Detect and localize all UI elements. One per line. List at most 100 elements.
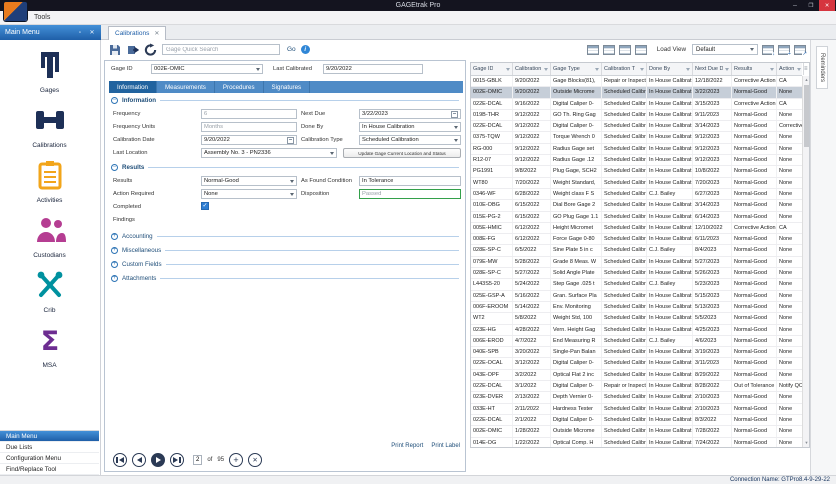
- table-row[interactable]: WT2 5/8/2022 Weight Std, 100 Scheduled Cali…: [471, 313, 804, 325]
- print-label-link[interactable]: Print Label: [431, 443, 460, 449]
- section-attachments[interactable]: + Attachments: [111, 271, 459, 285]
- table-row[interactable]: 014E-OG 1/22/2022 Optical Comp. H Scheduled…: [471, 437, 804, 447]
- filter-icon[interactable]: [797, 67, 801, 71]
- previous-record-button[interactable]: [132, 453, 146, 467]
- refresh-icon[interactable]: [144, 43, 157, 56]
- grid-column-header[interactable]: Calibration D: [513, 63, 551, 75]
- table-row[interactable]: 022E-DCAL 9/16/2022 Digital Caliper 0- Sche…: [471, 98, 804, 110]
- action-required-field[interactable]: None: [201, 189, 297, 199]
- grid-column-header[interactable]: Results: [732, 63, 777, 75]
- save-view-icon[interactable]: ↓: [762, 44, 775, 57]
- update-location-button[interactable]: Update Gage Current Location and Status: [343, 148, 461, 158]
- table-row[interactable]: 028E-SP-C 5/27/2022 Solid Angle Plate Sched…: [471, 268, 804, 280]
- tab-procedures[interactable]: Procedures: [215, 81, 264, 93]
- disposition-field[interactable]: Passed: [359, 189, 461, 199]
- pin-icon[interactable]: ▫: [76, 29, 84, 37]
- table-row[interactable]: 005E-HMIC 6/12/2022 Height Micromet Schedul…: [471, 222, 804, 235]
- next-record-button[interactable]: [151, 453, 165, 467]
- frequency-units-field[interactable]: Months: [201, 122, 297, 132]
- close-button[interactable]: ✕: [819, 0, 835, 11]
- sidebar-item-due-lists[interactable]: Due Lists: [0, 442, 99, 453]
- last-location-field[interactable]: Assembly No. 3 - PN2336: [201, 148, 337, 158]
- table-row[interactable]: 079E-MW 5/28/2022 Grade 8 Meas. W Scheduled…: [471, 256, 804, 269]
- tab-calibrations[interactable]: Calibrations ✕: [108, 26, 167, 40]
- close-panel-icon[interactable]: ✕: [88, 29, 96, 37]
- expand-icon[interactable]: +: [111, 274, 118, 282]
- table-row[interactable]: 043E-OPF 3/2/2022 Optical Flat 2 inc Schedu…: [471, 369, 804, 382]
- table-row[interactable]: 022E-DCAL 2/1/2022 Digital Caliper 0- Sched…: [471, 414, 804, 427]
- first-record-button[interactable]: [113, 453, 127, 467]
- reminders-tab[interactable]: Reminders: [816, 46, 828, 90]
- sidebar-item-calibrations[interactable]: Calibrations: [0, 99, 99, 154]
- calendar-icon[interactable]: [287, 136, 294, 144]
- sidebar-item-main-menu[interactable]: Main Menu: [0, 431, 99, 442]
- table-row[interactable]: 010E-OBG 6/15/2022 Dial Bore Gage 2 Schedul…: [471, 200, 804, 212]
- as-found-field[interactable]: In Tolerance: [359, 176, 461, 186]
- grid-view-icon[interactable]: [586, 44, 599, 55]
- grid-column-header[interactable]: Gage ID: [471, 63, 513, 75]
- add-record-button[interactable]: +: [229, 453, 244, 467]
- sidebar-item-msa[interactable]: Σ MSA: [0, 319, 99, 374]
- section-accounting[interactable]: + Accounting: [111, 229, 459, 243]
- scroll-up-icon[interactable]: ▲: [803, 76, 809, 84]
- calibration-type-field[interactable]: Scheduled Calibration: [359, 135, 461, 145]
- current-record[interactable]: 2: [193, 455, 203, 465]
- table-row[interactable]: RG-000 9/12/2022 Radius Gage set Scheduled …: [471, 143, 804, 156]
- information-section-header[interactable]: − Information: [111, 97, 459, 104]
- grid-column-header[interactable]: Action Requ: [777, 63, 804, 75]
- filter-icon[interactable]: [506, 67, 510, 71]
- cancel-record-button[interactable]: ✕: [248, 453, 263, 467]
- table-row[interactable]: L443S5-20 5/24/2022 Step Gage .025 t Schedu…: [471, 279, 804, 291]
- filter-icon[interactable]: [770, 67, 774, 71]
- table-row[interactable]: 023E-HG 4/28/2022 Vern. Height Gag Schedule…: [471, 324, 804, 336]
- table-row[interactable]: 022E-OCAL 3/12/2022 Digital Caliper 0- Sche…: [471, 358, 804, 370]
- done-by-field[interactable]: In House Calibration: [359, 122, 461, 132]
- sidebar-item-find-replace-tool[interactable]: Find/Replace Tool: [0, 464, 99, 475]
- calendar-icon[interactable]: [451, 110, 458, 118]
- scroll-down-icon[interactable]: ▼: [803, 439, 809, 447]
- filter-icon[interactable]: [595, 67, 599, 71]
- table-row[interactable]: 025E-GSP-A 5/16/2022 Gran. Surface Pla Sche…: [471, 290, 804, 302]
- gage-id-field[interactable]: 002E-OMIC: [151, 64, 263, 74]
- scrollbar-thumb[interactable]: [804, 85, 809, 147]
- grid-column-header[interactable]: Calibration T: [602, 63, 647, 75]
- app-logo-icon[interactable]: [4, 2, 27, 21]
- table-row[interactable]: 006F-EROOM 5/14/2022 Env. Monitoring Schedu…: [471, 301, 804, 314]
- grid-column-header[interactable]: Done By: [647, 63, 693, 75]
- minimize-button[interactable]: ─: [787, 0, 803, 11]
- grid-column-header[interactable]: Gage Type: [551, 63, 602, 75]
- table-row[interactable]: 040E-SPB 3/20/2022 Single-Pan Balan Schedul…: [471, 347, 804, 359]
- results-section-header[interactable]: − Results: [111, 164, 459, 171]
- tab-signatures[interactable]: Signatures: [264, 81, 311, 93]
- filter-icon[interactable]: [640, 67, 644, 71]
- table-row[interactable]: WT80 7/20/2022 Weight Standard, Scheduled C…: [471, 177, 804, 189]
- close-tab-icon[interactable]: ✕: [154, 30, 159, 37]
- banded-view-icon[interactable]: [602, 44, 615, 55]
- sidebar-item-gages[interactable]: Gages: [0, 44, 99, 99]
- filter-icon[interactable]: [544, 67, 548, 71]
- table-row[interactable]: 033E-HT 2/11/2022 Hardness Tester Scheduled…: [471, 403, 804, 415]
- table-row[interactable]: 008E-FG 6/12/2022 Force Gage 0-80 Scheduled…: [471, 234, 804, 246]
- frequency-field[interactable]: 6: [201, 109, 297, 119]
- column-chooser-icon[interactable]: ≡: [804, 63, 808, 75]
- go-button[interactable]: Go: [287, 46, 296, 53]
- table-row[interactable]: 002E-OMIC 9/20/2022 Outside Microme Schedul…: [471, 87, 804, 99]
- print-report-link[interactable]: Print Report: [391, 443, 423, 449]
- grid-scrollbar[interactable]: ▲ ▼: [802, 76, 809, 447]
- last-calibrated-field[interactable]: 9/20/2022: [323, 64, 423, 74]
- save-icon[interactable]: [108, 43, 121, 56]
- table-row[interactable]: 022E-DCAL 3/1/2022 Digital Caliper 0- Repai…: [471, 381, 804, 393]
- section-custom-fields[interactable]: + Custom Fields: [111, 257, 459, 271]
- tab-tools[interactable]: Tools: [34, 14, 50, 21]
- table-row[interactable]: 002E-OMIC 1/28/2022 Outside Microme Schedul…: [471, 426, 804, 438]
- sidebar-item-activities[interactable]: Activities: [0, 154, 99, 209]
- filter-icon[interactable]: [725, 67, 729, 71]
- collapse-icon[interactable]: −: [111, 97, 118, 104]
- table-row[interactable]: 019B-THR 9/12/2022 GO Th. Ring Gag Schedule…: [471, 109, 804, 122]
- collapse-icon[interactable]: −: [111, 164, 118, 171]
- search-input[interactable]: [162, 44, 280, 55]
- info-icon[interactable]: i: [300, 45, 310, 54]
- results-field[interactable]: Normal-Good: [201, 176, 297, 186]
- tab-measurements[interactable]: Measurements: [157, 81, 215, 93]
- table-row[interactable]: 0346-WF 6/28/2022 Weight class F S Schedule…: [471, 188, 804, 201]
